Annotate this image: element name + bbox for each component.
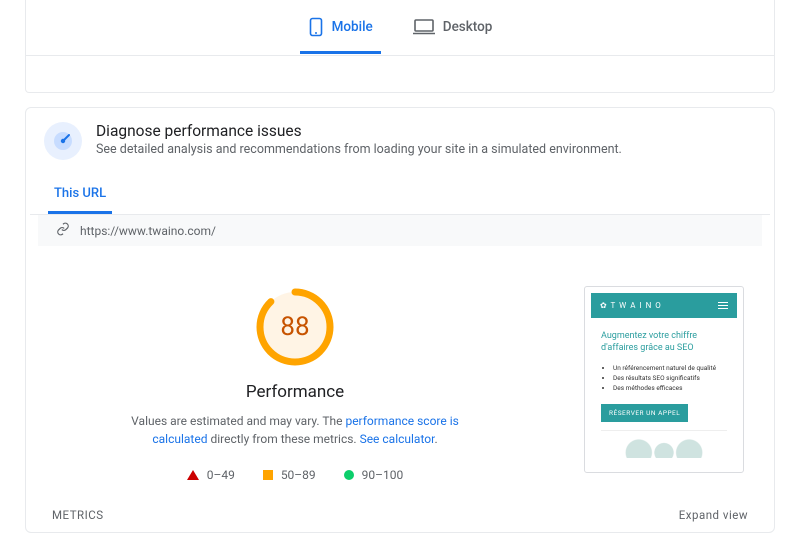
gauge-icon bbox=[44, 122, 82, 160]
legend-mid: 50–89 bbox=[281, 468, 316, 482]
diagnose-card: Diagnose performance issues See detailed… bbox=[25, 107, 775, 533]
see-calculator-link[interactable]: See calculator bbox=[360, 432, 435, 446]
subtab-this-url[interactable]: This URL bbox=[48, 176, 112, 214]
tab-mobile-label: Mobile bbox=[332, 19, 373, 35]
hamburger-icon bbox=[718, 302, 728, 309]
tab-mobile[interactable]: Mobile bbox=[300, 1, 381, 54]
score-legend: 0–49 50–89 90–100 bbox=[187, 468, 404, 482]
diagnose-subtitle: See detailed analysis and recommendation… bbox=[96, 142, 622, 157]
circle-icon bbox=[344, 470, 354, 480]
performance-gauge: 88 bbox=[254, 286, 336, 368]
site-preview: ✿ T W A I N O Augmentez votre chiffre d'… bbox=[584, 286, 744, 473]
analyzed-url: https://www.twaino.com/ bbox=[80, 224, 216, 238]
preview-bullet: Des méthodes efficaces bbox=[613, 384, 727, 394]
performance-label: Performance bbox=[246, 382, 344, 402]
link-icon bbox=[56, 222, 70, 239]
device-tabs: Mobile Desktop bbox=[26, 0, 774, 56]
legend-bad: 0–49 bbox=[207, 468, 235, 482]
performance-score: 88 bbox=[254, 286, 336, 368]
preview-cta: RÉSERVER UN APPEL bbox=[601, 404, 688, 422]
tab-desktop[interactable]: Desktop bbox=[405, 2, 501, 53]
diagnose-title: Diagnose performance issues bbox=[96, 122, 622, 140]
legend-good: 90–100 bbox=[362, 468, 404, 482]
mobile-icon bbox=[308, 17, 324, 37]
preview-bullet: Des résultats SEO significatifs bbox=[613, 374, 727, 384]
preview-bullet: Un référencement naturel de qualité bbox=[613, 364, 727, 374]
tab-desktop-label: Desktop bbox=[443, 19, 493, 35]
metrics-heading: METRICS bbox=[52, 508, 104, 522]
url-row: https://www.twaino.com/ bbox=[38, 215, 762, 246]
triangle-icon bbox=[187, 470, 199, 480]
preview-illustration bbox=[601, 430, 727, 458]
preview-brand: ✿ T W A I N O bbox=[600, 301, 662, 310]
preview-headline: Augmentez votre chiffre d'affaires grâce… bbox=[601, 330, 727, 354]
square-icon bbox=[263, 470, 273, 480]
desktop-icon bbox=[413, 18, 435, 36]
performance-description: Values are estimated and may vary. The p… bbox=[115, 412, 475, 448]
expand-view-toggle[interactable]: Expand view bbox=[679, 508, 748, 522]
